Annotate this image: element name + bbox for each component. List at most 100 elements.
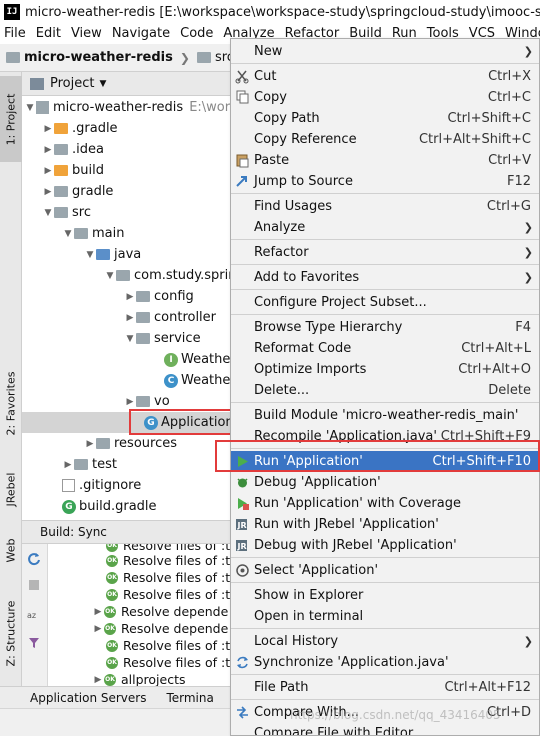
chevron-down-icon[interactable]: ▼ — [124, 334, 136, 344]
chevron-down-icon[interactable]: ▼ — [62, 229, 74, 239]
list-item[interactable]: OK Resolve files of :t — [48, 569, 232, 586]
menu-item-jump-to-source[interactable]: Jump to Source F12 — [231, 171, 539, 192]
menu-item-compare-file-with-editor[interactable]: Compare File with Editor — [231, 723, 539, 735]
chevron-down-icon[interactable]: ▼ — [24, 103, 36, 113]
menu-item-show-in-explorer[interactable]: Show in Explorer — [231, 585, 539, 606]
submenu-arrow-icon: ❯ — [523, 246, 533, 259]
chevron-right-icon[interactable]: ▶ — [42, 124, 54, 134]
tree-item-main[interactable]: ▼ main — [22, 223, 232, 244]
menu-item-synchronize-application-java[interactable]: Synchronize 'Application.java' — [231, 652, 539, 673]
tree-item-src[interactable]: ▼ src — [22, 202, 232, 223]
menu-item-run-application-with-coverage[interactable]: Run 'Application' with Coverage — [231, 493, 539, 514]
list-item[interactable]: ▶ OK Resolve depende — [48, 620, 232, 637]
menu-item-file-path[interactable]: File Path Ctrl+Alt+F12 — [231, 677, 539, 698]
tree-item-build-gradle[interactable]: G build.gradle — [22, 496, 232, 517]
breadcrumb-item-src[interactable]: src — [196, 50, 234, 65]
interface-icon: I — [164, 352, 178, 367]
chevron-right-icon[interactable]: ▶ — [124, 313, 136, 323]
tree-item-gitignore[interactable]: .gitignore — [22, 475, 232, 496]
project-panel-header[interactable]: Project ▼ — [22, 72, 232, 96]
build-panel-header[interactable]: Build: Sync — [22, 520, 232, 544]
chevron-down-icon[interactable]: ▼ — [99, 79, 106, 89]
tree-item-gradle[interactable]: ▶ gradle — [22, 181, 232, 202]
menu-item-debug-with-jrebel-application[interactable]: JR Debug with JRebel 'Application' — [231, 535, 539, 556]
list-item[interactable]: OK Resolve files of :t — [48, 654, 232, 671]
list-item[interactable]: OK Resolve files of :t — [48, 637, 232, 654]
tree-item-controller[interactable]: ▶ controller — [22, 307, 232, 328]
menu-item-open-in-terminal[interactable]: Open in terminal — [231, 606, 539, 627]
menu-item-debug-application[interactable]: Debug 'Application' — [231, 472, 539, 493]
tree-item-label: micro-weather-redis — [53, 100, 184, 115]
tab-terminal[interactable]: Termina — [152, 691, 219, 705]
refresh-icon[interactable] — [27, 552, 41, 566]
menu-item-copy[interactable]: Copy Ctrl+C — [231, 87, 539, 108]
chevron-right-icon[interactable]: ▶ — [42, 145, 54, 155]
menu-item-run-with-jrebel-application[interactable]: JR Run with JRebel 'Application' — [231, 514, 539, 535]
menu-item-delete[interactable]: Delete... Delete — [231, 380, 539, 401]
menu-item-find-usages[interactable]: Find Usages Ctrl+G — [231, 196, 539, 217]
menu-item-paste[interactable]: Paste Ctrl+V — [231, 150, 539, 171]
chevron-right-icon[interactable]: ▶ — [92, 675, 104, 685]
menu-item-browse-type-hierarchy[interactable]: Browse Type Hierarchy F4 — [231, 317, 539, 338]
tree-item-package[interactable]: ▼ com.study.spring — [22, 265, 232, 286]
chevron-down-icon[interactable]: ▼ — [84, 250, 96, 260]
menu-item-local-history[interactable]: Local History ❯ — [231, 631, 539, 652]
tree-item-service[interactable]: ▼ service — [22, 328, 232, 349]
tree-item-root[interactable]: ▼ micro-weather-redis E:\wor — [22, 97, 232, 118]
menu-item-optimize-imports[interactable]: Optimize Imports Ctrl+Alt+O — [231, 359, 539, 380]
success-icon: OK — [106, 639, 118, 652]
chevron-right-icon[interactable]: ▶ — [42, 166, 54, 176]
tree-item-config[interactable]: ▶ config — [22, 286, 232, 307]
menu-edit[interactable]: Edit — [31, 24, 66, 44]
chevron-right-icon[interactable]: ▶ — [84, 439, 96, 449]
chevron-right-icon[interactable]: ▶ — [42, 187, 54, 197]
menu-item-select-application[interactable]: Select 'Application' — [231, 560, 539, 581]
menu-navigate[interactable]: Navigate — [107, 24, 175, 44]
tab-structure[interactable]: Z: Structure — [0, 588, 22, 678]
chevron-right-icon[interactable]: ▶ — [92, 607, 104, 617]
tree-item-idea[interactable]: ▶ .idea — [22, 139, 232, 160]
tab-application-servers[interactable]: Application Servers — [0, 691, 152, 705]
tree-item-resources[interactable]: ▶ resources — [22, 433, 232, 454]
menu-item-reformat-code[interactable]: Reformat Code Ctrl+Alt+L — [231, 338, 539, 359]
list-item[interactable]: ▶ OK allprojects — [48, 671, 232, 686]
sort-icon[interactable]: az — [27, 608, 41, 622]
tab-jrebel[interactable]: JRebel — [0, 464, 22, 514]
menu-item-cut[interactable]: Cut Ctrl+X — [231, 66, 539, 87]
menu-item-copy-reference[interactable]: Copy Reference Ctrl+Alt+Shift+C — [231, 129, 539, 150]
tab-project[interactable]: 1: Project — [0, 76, 22, 162]
filter-icon[interactable] — [27, 636, 41, 650]
menu-code[interactable]: Code — [175, 24, 218, 44]
menu-item-build-module-micro-weather-redis-main[interactable]: Build Module 'micro-weather-redis_main' — [231, 405, 539, 426]
chevron-right-icon[interactable]: ▶ — [92, 624, 104, 634]
breadcrumb-item-project[interactable]: micro-weather-redis — [6, 50, 173, 65]
chevron-down-icon[interactable]: ▼ — [42, 208, 54, 218]
menu-file[interactable]: File — [0, 24, 31, 44]
list-item[interactable]: OK Resolve files of :t — [48, 552, 232, 569]
menu-separator — [231, 699, 539, 700]
package-icon — [136, 396, 150, 407]
menu-item-analyze[interactable]: Analyze ❯ — [231, 217, 539, 238]
chevron-right-icon[interactable]: ▶ — [124, 397, 136, 407]
list-item[interactable]: ▶ OK Resolve depende — [48, 603, 232, 620]
menu-item-refactor[interactable]: Refactor ❯ — [231, 242, 539, 263]
chevron-right-icon[interactable]: ▶ — [62, 460, 74, 470]
tree-item-test[interactable]: ▶ test — [22, 454, 232, 475]
menu-item-add-to-favorites[interactable]: Add to Favorites ❯ — [231, 267, 539, 288]
chevron-down-icon[interactable]: ▼ — [104, 271, 116, 281]
list-item[interactable]: OK Resolve files of :t — [48, 586, 232, 603]
tab-favorites[interactable]: 2: Favorites — [0, 358, 22, 448]
tree-item-weather-interface[interactable]: I Weather — [22, 349, 232, 370]
tree-item-weather-class[interactable]: C Weather — [22, 370, 232, 391]
menu-item-new[interactable]: New ❯ — [231, 41, 539, 62]
stop-icon[interactable] — [27, 578, 41, 592]
menu-item-copy-path[interactable]: Copy Path Ctrl+Shift+C — [231, 108, 539, 129]
tree-item-gradle-dir[interactable]: ▶ .gradle — [22, 118, 232, 139]
tree-item-java[interactable]: ▼ java — [22, 244, 232, 265]
menu-item-configure-project-subset[interactable]: Configure Project Subset... — [231, 292, 539, 313]
tab-web[interactable]: Web — [0, 528, 22, 572]
menu-item-shortcut: Ctrl+Alt+L — [461, 341, 531, 356]
chevron-right-icon[interactable]: ▶ — [124, 292, 136, 302]
menu-view[interactable]: View — [66, 24, 107, 44]
tree-item-build[interactable]: ▶ build — [22, 160, 232, 181]
